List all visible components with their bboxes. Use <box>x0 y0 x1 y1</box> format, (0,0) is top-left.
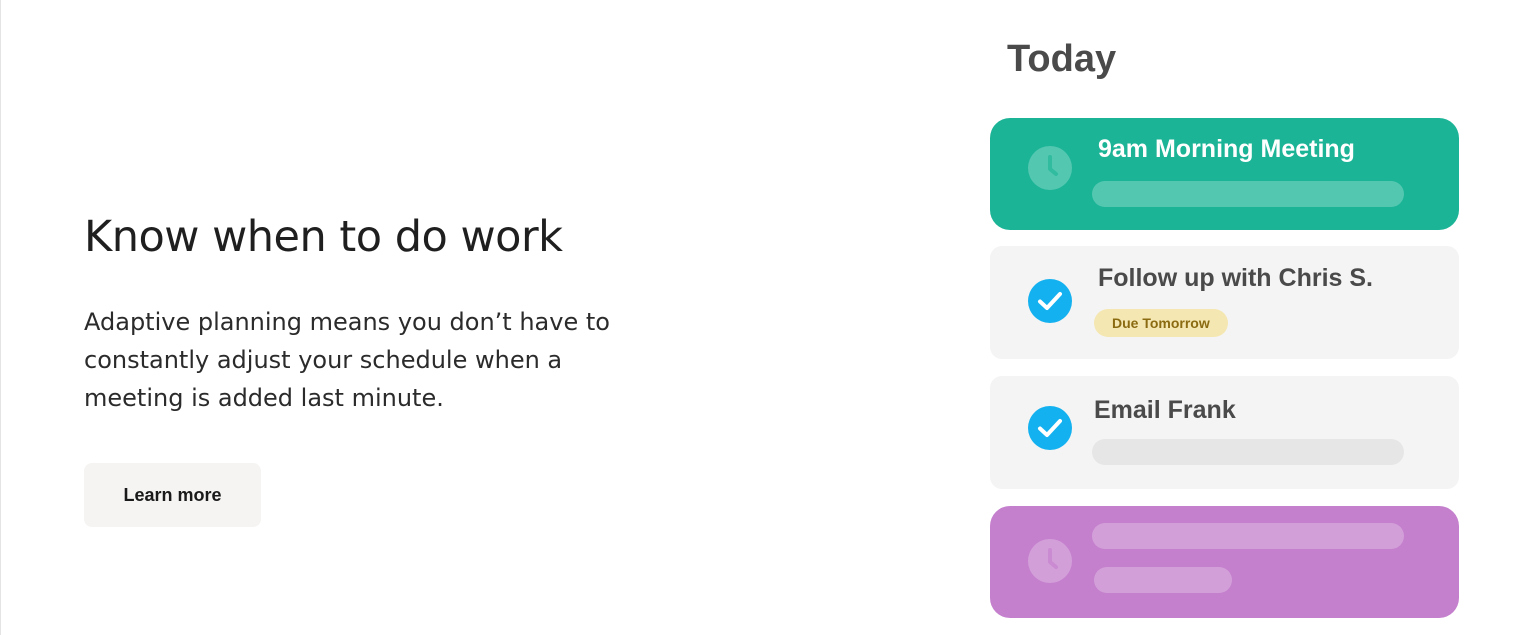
learn-more-button[interactable]: Learn more <box>84 463 261 527</box>
task-title: Follow up with Chris S. <box>1098 264 1373 292</box>
meeting-card-placeholder[interactable] <box>990 506 1459 618</box>
clock-icon <box>1028 146 1072 190</box>
placeholder-bar <box>1092 181 1404 207</box>
hero-heading: Know when to do work <box>84 212 563 262</box>
meeting-card-morning[interactable]: 9am Morning Meeting <box>990 118 1459 230</box>
placeholder-bar <box>1092 523 1404 549</box>
placeholder-bar <box>1094 567 1232 593</box>
task-card-email[interactable]: Email Frank <box>990 376 1459 489</box>
placeholder-bar <box>1092 439 1404 465</box>
hero-description: Adaptive planning means you don’t have t… <box>84 308 610 412</box>
page-left-border <box>0 0 1 635</box>
task-title: Email Frank <box>1094 396 1236 424</box>
due-badge: Due Tomorrow <box>1094 309 1228 337</box>
clock-icon <box>1028 539 1072 583</box>
task-card-follow-up[interactable]: Follow up with Chris S. Due Tomorrow <box>990 246 1459 359</box>
meeting-title: 9am Morning Meeting <box>1098 135 1355 163</box>
today-title: Today <box>1007 38 1117 80</box>
checkmark-icon[interactable] <box>1028 406 1072 450</box>
checkmark-icon[interactable] <box>1028 279 1072 323</box>
